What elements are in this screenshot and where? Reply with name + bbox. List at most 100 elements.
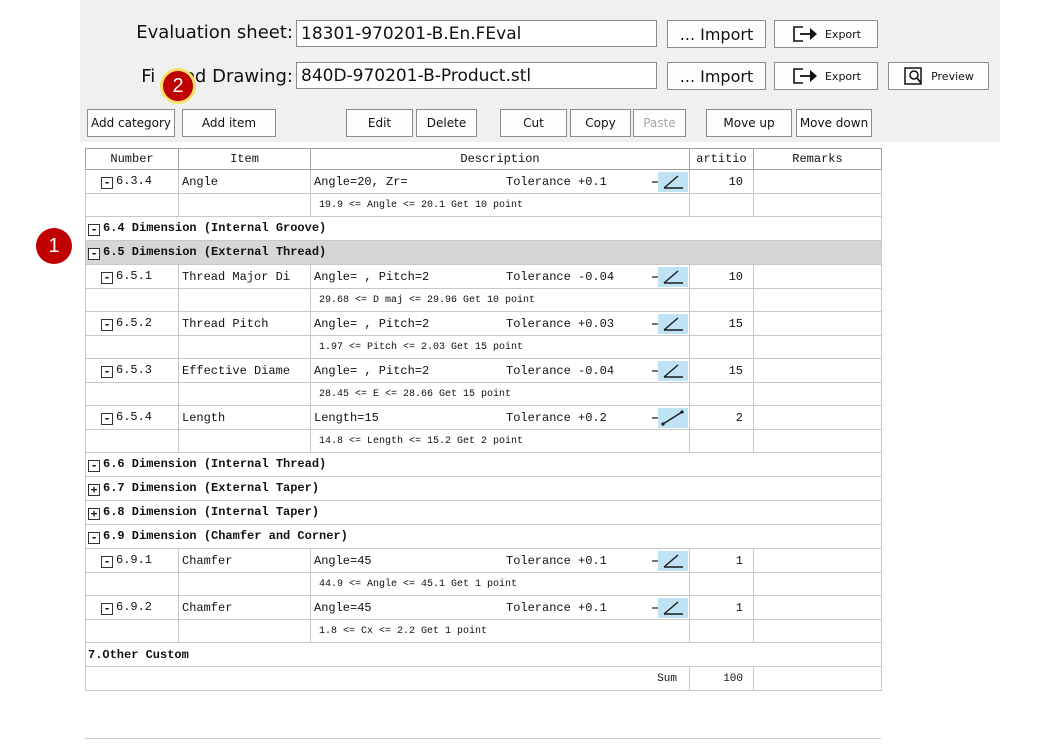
collapse-toggle[interactable]: - <box>101 413 113 425</box>
category-row[interactable]: -6.4 Dimension (Internal Groove) <box>85 216 882 241</box>
collapse-toggle[interactable]: - <box>88 248 100 260</box>
delete-button[interactable]: Delete <box>416 109 477 137</box>
import-drawing-button[interactable]: ... Import <box>667 62 766 90</box>
sum-label: Sum <box>85 666 690 691</box>
export-label: Export <box>824 69 861 83</box>
item-remarks[interactable] <box>753 595 882 620</box>
item-name: Chamfer <box>178 548 311 573</box>
copy-button[interactable]: Copy <box>570 109 631 137</box>
add-item-button[interactable]: Add item <box>182 109 276 137</box>
collapse-toggle[interactable]: - <box>101 366 113 378</box>
edit-button[interactable]: Edit <box>346 109 413 137</box>
item-description: Angle=45 Tolerance +0.1 <box>310 548 690 573</box>
preview-label: Preview <box>931 69 974 83</box>
category-title: 6.5 Dimension (External Thread) <box>103 245 327 259</box>
tolerance-text: Tolerance +0.03 <box>506 317 615 331</box>
drawing-field[interactable]: 840D-970201-B-Product.stl <box>296 62 657 89</box>
item-number: 6.3.4 <box>116 174 153 188</box>
expand-toggle[interactable]: + <box>88 508 100 520</box>
category-title: 6.4 Dimension (Internal Groove) <box>103 221 327 235</box>
column-header-description[interactable]: Description <box>310 148 690 170</box>
item-points: 10 <box>689 169 754 194</box>
angle-icon <box>652 551 688 571</box>
collapse-toggle[interactable]: - <box>101 272 113 284</box>
collapse-toggle[interactable]: - <box>101 319 113 331</box>
collapse-toggle[interactable]: - <box>88 460 100 472</box>
item-description: Angle=20, Zr= Tolerance +0.1 <box>310 169 690 194</box>
tolerance-text: Tolerance +0.2 <box>506 411 607 425</box>
category-title: 6.7 Dimension (External Taper) <box>103 481 320 495</box>
collapse-toggle[interactable]: - <box>88 532 100 544</box>
collapse-toggle[interactable]: - <box>101 603 113 615</box>
category-title: 6.9 Dimension (Chamfer and Corner) <box>103 529 348 543</box>
evaluation-sheet-label: Evaluation sheet: <box>136 22 293 43</box>
export-evaluation-button[interactable]: Export <box>774 20 878 48</box>
table-row[interactable]: -6.5.4 Length Length=15 Tolerance +0.2 2 <box>85 405 882 430</box>
table-row[interactable]: -6.5.3 Effective Diame Angle= , Pitch=2 Tol… <box>85 358 882 383</box>
category-row[interactable]: 7.Other Custom <box>85 642 882 667</box>
description-text: Angle=45 <box>314 600 372 615</box>
category-row[interactable]: -6.6 Dimension (Internal Thread) <box>85 452 882 477</box>
criteria-text: 1.8 <= Cx <= 2.2 Get 1 point <box>310 619 690 643</box>
import-evaluation-button[interactable]: ... Import <box>667 20 766 48</box>
table-body: -6.3.4 Angle Angle=20, Zr= Tolerance +0.1 10… <box>85 169 882 691</box>
tolerance-text: Tolerance -0.04 <box>506 270 615 284</box>
table-row[interactable]: -6.5.2 Thread Pitch Angle= , Pitch=2 Tolera… <box>85 311 882 336</box>
item-remarks[interactable] <box>753 311 882 336</box>
criteria-text: 14.8 <= Length <= 15.2 Get 2 point <box>310 429 690 453</box>
category-row[interactable]: -6.5 Dimension (External Thread) <box>85 240 882 265</box>
angle-icon <box>652 172 688 192</box>
collapse-toggle[interactable]: - <box>101 177 113 189</box>
item-points: 15 <box>689 358 754 383</box>
table-row[interactable]: -6.9.1 Chamfer Angle=45 Tolerance +0.1 1 <box>85 548 882 573</box>
table-row[interactable]: -6.3.4 Angle Angle=20, Zr= Tolerance +0.1 10 <box>85 169 882 194</box>
angle-icon <box>652 361 688 381</box>
export-drawing-button[interactable]: Export <box>774 62 878 90</box>
item-points: 2 <box>689 405 754 430</box>
description-text: Angle=20, Zr= <box>314 174 408 189</box>
evaluation-sheet-field[interactable]: 18301-970201-B.En.FEval <box>296 20 657 47</box>
add-category-button[interactable]: Add category <box>87 109 175 137</box>
criteria-row: 14.8 <= Length <= 15.2 Get 2 point <box>85 429 882 453</box>
column-header-item[interactable]: Item <box>178 148 311 170</box>
item-number: 6.5.1 <box>116 269 153 283</box>
item-number: 6.9.2 <box>116 600 153 614</box>
item-number: 6.5.2 <box>116 316 153 330</box>
drawing-label: Fi ed Drawing: <box>141 66 293 87</box>
angle-icon <box>652 267 688 287</box>
item-remarks[interactable] <box>753 169 882 194</box>
description-text: Angle= , Pitch=2 <box>314 363 430 378</box>
criteria-row: 1.8 <= Cx <= 2.2 Get 1 point <box>85 619 882 643</box>
item-remarks[interactable] <box>753 405 882 430</box>
collapse-toggle[interactable]: - <box>101 556 113 568</box>
table-row[interactable]: -6.9.2 Chamfer Angle=45 Tolerance +0.1 1 <box>85 595 882 620</box>
item-remarks[interactable] <box>753 264 882 289</box>
collapse-toggle[interactable]: - <box>88 224 100 236</box>
category-row[interactable]: -6.9 Dimension (Chamfer and Corner) <box>85 524 882 549</box>
expand-toggle[interactable]: + <box>88 484 100 496</box>
column-header-partition[interactable]: artitio <box>689 148 754 170</box>
item-remarks[interactable] <box>753 548 882 573</box>
item-points: 10 <box>689 264 754 289</box>
move-down-button[interactable]: Move down <box>796 109 872 137</box>
item-remarks[interactable] <box>753 358 882 383</box>
tolerance-text: Tolerance +0.1 <box>506 554 607 568</box>
table-bottom-border <box>85 738 881 739</box>
move-up-button[interactable]: Move up <box>706 109 792 137</box>
column-header-number[interactable]: Number <box>85 148 179 170</box>
preview-button[interactable]: Preview <box>888 62 989 90</box>
cut-button[interactable]: Cut <box>500 109 567 137</box>
export-icon <box>793 68 817 84</box>
category-row[interactable]: +6.7 Dimension (External Taper) <box>85 476 882 501</box>
paste-button[interactable]: Paste <box>633 109 686 137</box>
item-name: Thread Pitch <box>178 311 311 336</box>
category-row[interactable]: +6.8 Dimension (Internal Taper) <box>85 500 882 525</box>
column-header-remarks[interactable]: Remarks <box>753 148 882 170</box>
evaluation-table: Number Item Description artitio Remarks … <box>85 148 882 691</box>
table-row[interactable]: -6.5.1 Thread Major Di Angle= , Pitch=2 Tol… <box>85 264 882 289</box>
angle-icon <box>652 314 688 334</box>
item-name: Length <box>178 405 311 430</box>
item-name: Chamfer <box>178 595 311 620</box>
item-description: Angle= , Pitch=2 Tolerance +0.03 <box>310 311 690 336</box>
callout-badge-2: 2 <box>160 68 196 104</box>
